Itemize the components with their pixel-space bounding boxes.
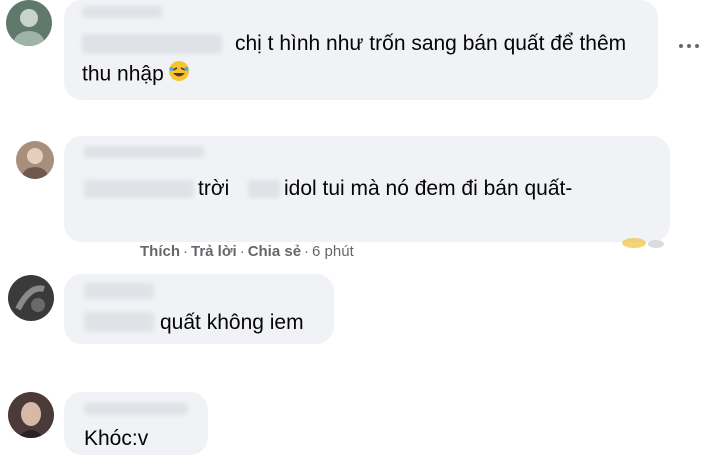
avatar[interactable]	[8, 275, 54, 321]
author-name-redacted[interactable]	[84, 283, 154, 299]
separator: ·	[304, 243, 310, 260]
share-button[interactable]: Chia sẻ	[248, 243, 301, 260]
reply-button[interactable]: Trả lời	[191, 243, 237, 260]
separator: ·	[183, 243, 188, 260]
redacted-word	[248, 180, 280, 198]
avatar[interactable]	[16, 141, 54, 179]
comment-text: trời	[198, 177, 230, 200]
tagged-name-redacted[interactable]	[84, 312, 154, 332]
comment-text-line: thu nhập	[82, 60, 190, 90]
author-name-redacted[interactable]	[84, 403, 188, 415]
comment-text: quất không iem	[160, 311, 304, 334]
rofl-emoji-icon	[168, 60, 190, 90]
author-name-redacted[interactable]	[84, 146, 204, 158]
separator: ·	[239, 243, 245, 260]
avatar[interactable]	[6, 0, 52, 46]
comment-text: Khóc:v	[84, 427, 149, 450]
tagged-name-redacted[interactable]	[82, 34, 222, 54]
comment-text: idol tui mà nó đem đi bán quất-	[284, 177, 573, 200]
more-horizontal-icon	[679, 44, 683, 48]
comment-actions: Thích · Trả lời · Chia sẻ · 6 phút	[140, 241, 354, 263]
like-button[interactable]: Thích	[140, 243, 180, 260]
tagged-name-redacted[interactable]	[84, 180, 194, 198]
avatar[interactable]	[8, 392, 54, 438]
more-options-button[interactable]	[674, 36, 704, 56]
comment-text-line: chị t hình như trốn sang bán quất để thê…	[235, 32, 627, 55]
reaction-icons[interactable]	[616, 232, 672, 256]
author-name-redacted[interactable]	[82, 6, 162, 18]
comment-timestamp[interactable]: 6 phút	[312, 243, 354, 260]
